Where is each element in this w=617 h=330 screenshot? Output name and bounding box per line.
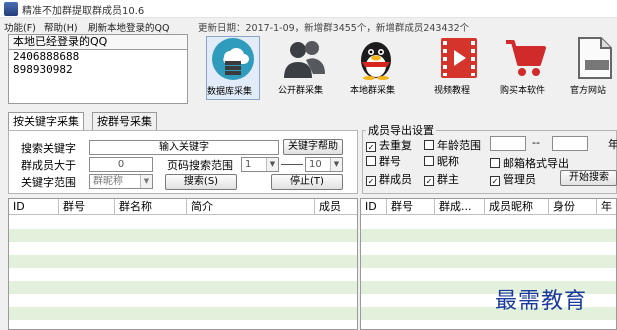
app-icon bbox=[4, 2, 18, 16]
checkbox-checked-icon: ✓ bbox=[490, 176, 500, 186]
page-to-value: 10 bbox=[309, 159, 322, 170]
users-icon bbox=[282, 36, 326, 80]
group-no-checkbox[interactable]: 群号 bbox=[366, 153, 401, 169]
group-table-rows bbox=[9, 216, 357, 329]
buy-button[interactable]: 购买本软件 bbox=[500, 36, 550, 100]
stop-button[interactable]: 停止(T) bbox=[271, 174, 343, 190]
group-owner-checkbox[interactable]: ✓ 群主 bbox=[424, 171, 459, 187]
watermark: 最需教育 bbox=[495, 289, 588, 314]
age-max-input[interactable] bbox=[552, 136, 588, 151]
column-header[interactable]: 成员 bbox=[315, 199, 357, 215]
column-header[interactable]: 年 bbox=[597, 199, 616, 215]
dedupe-checkbox[interactable]: ✓ 去重复 bbox=[366, 137, 412, 153]
column-header[interactable]: 成员昵称 bbox=[485, 199, 549, 215]
keyword-range-label: 关键字范围 bbox=[21, 176, 76, 189]
admin-label: 管理员 bbox=[503, 173, 536, 186]
age-range-label: 年龄范围 bbox=[437, 139, 481, 152]
local-qq-list: 本地已经登录的QQ 2406888688 898930982 bbox=[8, 34, 188, 104]
page-from-select[interactable]: 1 ▼ bbox=[241, 157, 279, 172]
official-site-label: 官方网站 bbox=[570, 86, 607, 96]
buy-label: 购买本软件 bbox=[500, 86, 546, 96]
video-tutorial-label: 视频教程 bbox=[434, 86, 471, 96]
email-format-label: 邮箱格式导出 bbox=[503, 157, 569, 170]
checkbox-unchecked-icon bbox=[424, 140, 434, 150]
chevron-down-icon: ▼ bbox=[140, 175, 152, 188]
member-gt-input[interactable]: 0 bbox=[89, 157, 153, 172]
db-collect-button[interactable]: 数据库采集 bbox=[206, 36, 260, 100]
column-header[interactable]: 群号 bbox=[59, 199, 115, 215]
menu-bar: 功能(F) 帮助(H) 刷新本地登录的QQ 更新日期：2017-1-09，新增群… bbox=[0, 18, 617, 35]
email-format-checkbox[interactable]: 邮箱格式导出 bbox=[490, 155, 569, 171]
age-separator: -- bbox=[532, 136, 540, 149]
page-from-value: 1 bbox=[245, 159, 252, 170]
video-play-icon bbox=[437, 36, 481, 80]
column-header[interactable]: 群成... bbox=[435, 199, 485, 215]
group-owner-label: 群主 bbox=[437, 173, 459, 186]
tab-groupno-collect[interactable]: 按群号采集 bbox=[92, 112, 157, 130]
tab-keyword-collect[interactable]: 按关键字采集 bbox=[8, 112, 84, 131]
start-search-button[interactable]: 开始搜索 bbox=[560, 170, 617, 186]
keyword-form: 搜索关键字 输入关键字 关键字帮助 群成员大于 0 页码搜索范围 1 ▼ 10 … bbox=[8, 130, 358, 194]
keyword-range-value: 群昵称 bbox=[93, 176, 123, 187]
column-header[interactable]: 身份 bbox=[549, 199, 597, 215]
official-site-button[interactable]: 官方网站 bbox=[570, 36, 617, 100]
column-header[interactable]: 简介 bbox=[187, 199, 315, 215]
chevron-down-icon: ▼ bbox=[330, 158, 342, 171]
range-separator bbox=[281, 164, 303, 165]
menu-help[interactable]: 帮助(H) bbox=[44, 20, 78, 34]
group-table: ID 群号 群名称 简介 成员 bbox=[8, 198, 358, 330]
db-collect-label: 数据库采集 bbox=[207, 87, 253, 97]
keyword-help-button[interactable]: 关键字帮助 bbox=[283, 139, 343, 155]
web-document-icon bbox=[573, 36, 617, 80]
update-info: 更新日期：2017-1-09，新增群3455个，新增群成员243432个 bbox=[198, 23, 470, 34]
column-header[interactable]: ID bbox=[9, 199, 59, 215]
age-suffix: 年 bbox=[608, 138, 617, 151]
public-group-button[interactable]: 公开群采集 bbox=[278, 36, 330, 100]
export-legend: 成员导出设置 bbox=[366, 122, 436, 138]
public-group-label: 公开群采集 bbox=[278, 86, 324, 96]
search-keyword-label: 搜索关键字 bbox=[21, 142, 76, 155]
member-gt-label: 群成员大于 bbox=[21, 159, 76, 172]
local-group-label: 本地群采集 bbox=[350, 86, 396, 96]
group-member-checkbox[interactable]: ✓ 群成员 bbox=[366, 171, 412, 187]
checkbox-unchecked-icon bbox=[490, 158, 500, 168]
admin-checkbox[interactable]: ✓ 管理员 bbox=[490, 171, 536, 187]
column-header[interactable]: 群名称 bbox=[115, 199, 187, 215]
checkbox-checked-icon: ✓ bbox=[366, 176, 376, 186]
keyword-range-select[interactable]: 群昵称 ▼ bbox=[89, 174, 153, 189]
page-to-select[interactable]: 10 ▼ bbox=[305, 157, 343, 172]
window-title: 精准不加群提取群成员10.6 bbox=[22, 6, 145, 17]
menu-function[interactable]: 功能(F) bbox=[4, 20, 36, 34]
local-qq-header: 本地已经登录的QQ bbox=[9, 35, 187, 50]
page-range-label: 页码搜索范围 bbox=[167, 159, 233, 172]
shopping-cart-icon bbox=[503, 36, 547, 80]
checkbox-checked-icon: ✓ bbox=[366, 142, 376, 152]
title-bar: 精准不加群提取群成员10.6 bbox=[0, 0, 617, 18]
group-table-header: ID 群号 群名称 简介 成员 bbox=[9, 199, 357, 215]
group-member-label: 群成员 bbox=[379, 173, 412, 186]
dedupe-label: 去重复 bbox=[379, 139, 412, 152]
database-cloud-icon bbox=[211, 37, 255, 81]
menu-refresh-local-qq[interactable]: 刷新本地登录的QQ bbox=[88, 20, 169, 34]
checkbox-unchecked-icon bbox=[424, 156, 434, 166]
checkbox-checked-icon: ✓ bbox=[424, 176, 434, 186]
qq-penguin-icon bbox=[354, 36, 398, 80]
local-group-button[interactable]: 本地群采集 bbox=[350, 36, 402, 100]
nickname-label: 昵称 bbox=[437, 155, 459, 168]
chevron-down-icon: ▼ bbox=[266, 158, 278, 171]
age-range-checkbox[interactable]: 年龄范围 bbox=[424, 137, 481, 153]
video-tutorial-button[interactable]: 视频教程 bbox=[434, 36, 484, 100]
column-header[interactable]: ID bbox=[361, 199, 387, 215]
qq-account[interactable]: 898930982 bbox=[9, 63, 187, 76]
member-table-header: ID 群号 群成... 成员昵称 身份 年 bbox=[361, 199, 616, 215]
checkbox-unchecked-icon bbox=[366, 156, 376, 166]
keyword-input[interactable]: 输入关键字 bbox=[89, 140, 279, 155]
column-header[interactable]: 群号 bbox=[387, 199, 435, 215]
group-no-label: 群号 bbox=[379, 155, 401, 168]
qq-account[interactable]: 2406888688 bbox=[9, 50, 187, 63]
search-button[interactable]: 搜索(S) bbox=[165, 174, 237, 190]
age-min-input[interactable] bbox=[490, 136, 526, 151]
nickname-checkbox[interactable]: 昵称 bbox=[424, 153, 459, 169]
